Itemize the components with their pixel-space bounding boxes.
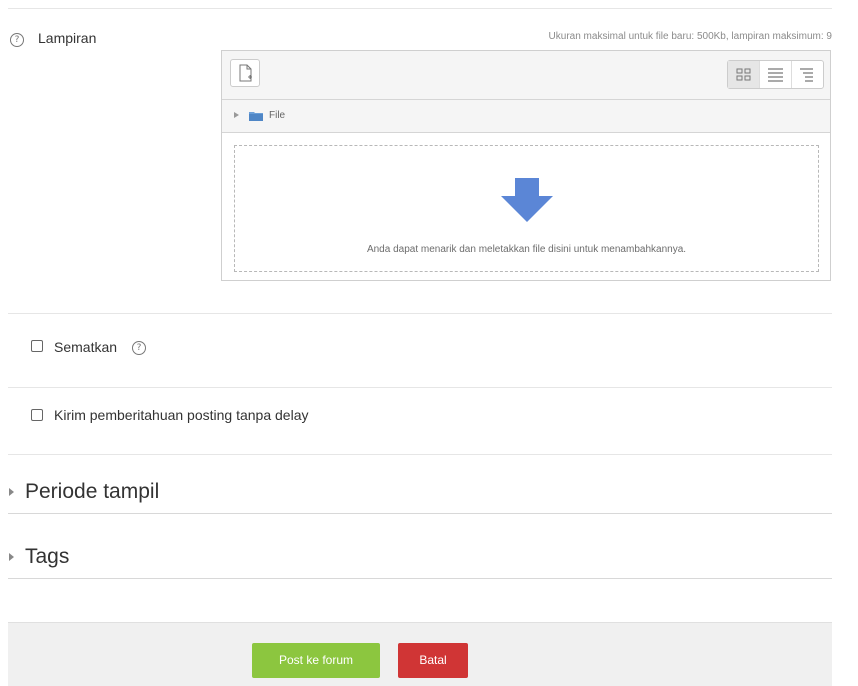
section-divider bbox=[8, 313, 832, 314]
option-divider bbox=[8, 387, 832, 388]
file-manager-toolbar bbox=[222, 51, 830, 100]
file-dropzone[interactable]: Anda dapat menarik dan meletakkan file d… bbox=[234, 145, 819, 272]
path-label[interactable]: File bbox=[269, 110, 285, 121]
file-path-bar: File bbox=[222, 100, 830, 133]
display-period-toggle-icon[interactable] bbox=[9, 488, 14, 496]
top-divider bbox=[8, 8, 832, 9]
section-underline-2 bbox=[8, 578, 832, 579]
list-view-button[interactable] bbox=[759, 61, 791, 88]
file-manager: File Anda dapat menarik dan meletakkan f… bbox=[221, 50, 831, 281]
add-file-button[interactable] bbox=[230, 59, 260, 87]
view-mode-group bbox=[727, 60, 824, 89]
pin-checkbox[interactable] bbox=[31, 340, 43, 352]
tags-toggle-icon[interactable] bbox=[9, 553, 14, 561]
pin-label: Sematkan bbox=[54, 339, 118, 355]
folder-icon bbox=[249, 112, 263, 121]
grid-view-icon bbox=[736, 68, 751, 81]
section-underline bbox=[8, 513, 832, 514]
notify-label: Kirim pemberitahuan posting tanpa delay bbox=[54, 407, 309, 423]
pin-help-icon[interactable]: ? bbox=[132, 341, 146, 355]
option-divider-2 bbox=[8, 454, 832, 455]
tree-view-button[interactable] bbox=[791, 61, 823, 88]
attachments-label: Lampiran bbox=[38, 30, 97, 46]
cancel-button[interactable]: Batal bbox=[398, 643, 468, 678]
tags-section[interactable]: Tags bbox=[25, 545, 69, 569]
dropzone-hint: Anda dapat menarik dan meletakkan file d… bbox=[366, 244, 687, 255]
down-arrow-icon bbox=[501, 178, 553, 222]
grid-view-button[interactable] bbox=[728, 61, 759, 88]
display-period-section[interactable]: Periode tampil bbox=[25, 480, 159, 504]
list-view-icon bbox=[768, 68, 783, 82]
post-to-forum-button[interactable]: Post ke forum bbox=[252, 643, 380, 678]
file-add-icon bbox=[239, 64, 252, 82]
notify-checkbox[interactable] bbox=[31, 409, 43, 421]
expand-arrow-icon[interactable] bbox=[234, 112, 239, 118]
attachments-limit-text: Ukuran maksimal untuk file baru: 500Kb, … bbox=[548, 31, 832, 42]
help-icon[interactable]: ? bbox=[10, 33, 24, 47]
tree-view-icon bbox=[800, 68, 813, 82]
form-footer: Post ke forum Batal bbox=[8, 622, 832, 686]
